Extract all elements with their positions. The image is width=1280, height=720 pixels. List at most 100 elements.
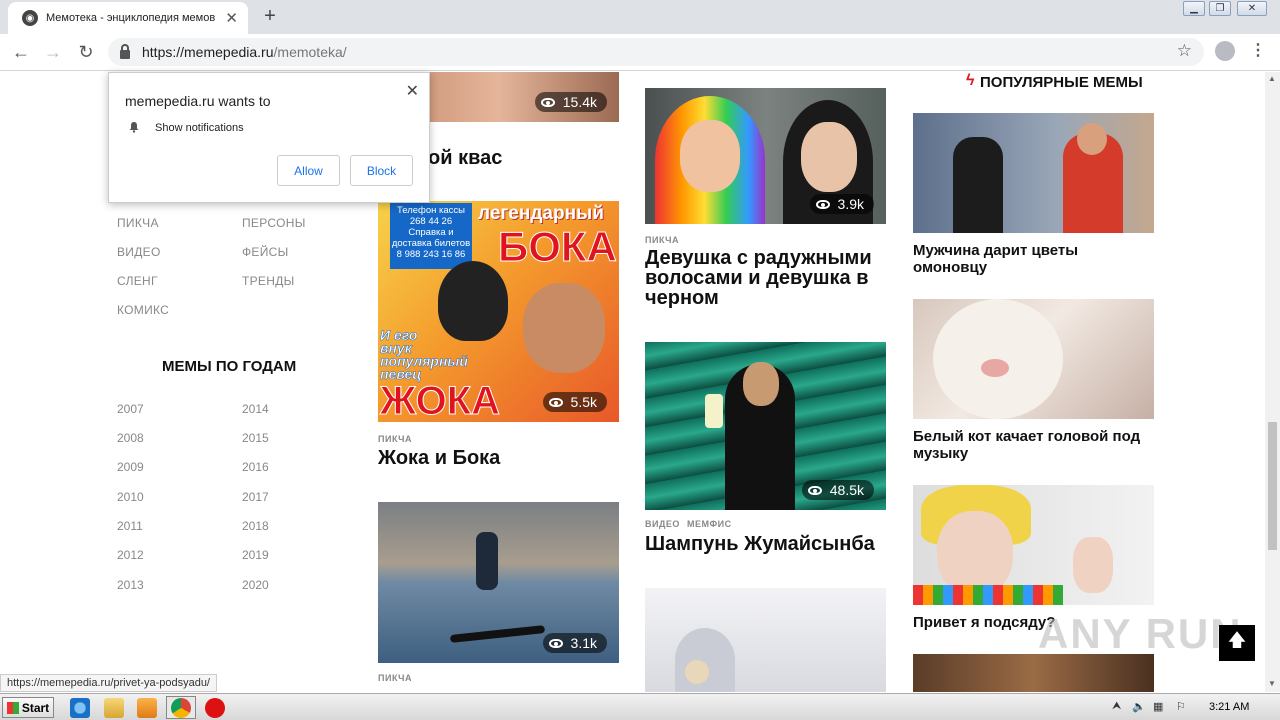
surfboard	[449, 625, 546, 643]
lock-icon[interactable]	[120, 43, 130, 59]
meme-title[interactable]: ой квас	[428, 148, 502, 168]
taskbar: Start ⮝ 🔈 ▦ ⚐ 3:21 AM	[0, 693, 1280, 720]
window-close-button[interactable]: ✕	[1237, 1, 1267, 16]
popular-thumbnail[interactable]	[913, 485, 1154, 605]
year-link[interactable]: 2009	[117, 460, 144, 474]
popup-close-icon[interactable]: ✕	[406, 81, 419, 101]
block-button[interactable]: Block	[350, 155, 413, 186]
globe-icon: ◉	[22, 10, 38, 26]
minimize-button[interactable]: ▁	[1183, 1, 1205, 16]
category-link[interactable]: ВИДЕО	[117, 245, 161, 259]
new-tab-button[interactable]: +	[258, 4, 282, 28]
poster-caption-mid: И его внук популярный певец	[380, 327, 468, 382]
tray-expand-icon[interactable]: ⮝	[1112, 700, 1121, 713]
category-link[interactable]: ТРЕНДЫ	[242, 274, 295, 288]
popup-permission-text: Show notifications	[155, 122, 244, 134]
popular-title[interactable]: Белый кот качает головой под музыку	[913, 428, 1154, 462]
year-link[interactable]: 2010	[117, 490, 144, 504]
bookmark-star-icon[interactable]: ☆	[1177, 41, 1192, 61]
category-link[interactable]: КОМИКС	[117, 303, 169, 317]
forward-button[interactable]: →	[40, 39, 66, 65]
clock: 3:21 AM	[1209, 701, 1250, 713]
year-link[interactable]: 2016	[242, 460, 269, 474]
category-link[interactable]: ФЕЙСЫ	[242, 245, 289, 259]
poster-caption-top: легендарный	[478, 203, 604, 224]
tab-title: Мемотека - энциклопедия мемов	[46, 12, 216, 24]
notification-permission-popup: memepedia.ru wants to ✕ Show notificatio…	[108, 72, 430, 203]
popular-title[interactable]: Мужчина дарит цветы омоновцу	[913, 242, 1154, 276]
category-link[interactable]: СЛЕНГ	[117, 274, 158, 288]
browser-tab[interactable]: ◉ Мемотека - энциклопедия мемов ✕	[8, 2, 248, 34]
scrollbar-thumb[interactable]	[1268, 422, 1277, 550]
page-scrollbar[interactable]: ▲ ▼	[1265, 72, 1280, 692]
view-counter: 15.4k	[534, 92, 607, 112]
face-right	[801, 122, 857, 192]
year-link[interactable]: 2014	[242, 402, 269, 416]
year-link[interactable]: 2019	[242, 548, 269, 562]
surfer-figure	[476, 532, 498, 590]
meme-tag[interactable]: ПИКЧА	[645, 235, 679, 245]
rainbow-shirt	[913, 585, 1063, 605]
year-link[interactable]: 2017	[242, 490, 269, 504]
meme-thumbnail[interactable]: 3.9k	[645, 88, 886, 224]
scroll-down-icon[interactable]: ▼	[1268, 679, 1276, 688]
security-alert-icon[interactable]	[205, 698, 225, 718]
meme-thumbnail[interactable]: Телефон кассы 268 44 26 Справка и достав…	[378, 201, 619, 422]
year-link[interactable]: 2008	[117, 431, 144, 445]
menu-kebab-icon[interactable]: ⋮	[1250, 40, 1266, 60]
tab-close-icon[interactable]: ✕	[225, 9, 238, 27]
snow-hole	[675, 628, 735, 692]
back-button[interactable]: ←	[8, 39, 34, 65]
ie-icon[interactable]	[70, 698, 90, 718]
year-link[interactable]: 2012	[117, 548, 144, 562]
meme-title[interactable]: Жока и Бока	[378, 448, 500, 468]
popular-thumbnail[interactable]	[913, 113, 1154, 233]
back-to-top-button[interactable]: 🡅	[1219, 625, 1255, 661]
popular-thumbnail[interactable]	[913, 654, 1154, 692]
year-link[interactable]: 2011	[117, 519, 143, 533]
reload-button[interactable]: ↻	[73, 39, 99, 65]
year-link[interactable]: 2007	[117, 402, 144, 416]
network-icon[interactable]: ▦	[1153, 700, 1163, 713]
lightning-icon: ϟ	[966, 72, 975, 89]
meme-title[interactable]: Шампунь Жумайсынба	[645, 534, 875, 554]
popular-thumbnail[interactable]	[913, 299, 1154, 419]
restore-button[interactable]: ❐	[1209, 1, 1231, 16]
year-link[interactable]: 2018	[242, 519, 269, 533]
eye-icon	[815, 199, 830, 209]
waving-hand	[1073, 537, 1113, 593]
meme-tag[interactable]: ПИКЧА	[378, 434, 412, 444]
meme-thumbnail[interactable]: 48.5k	[645, 342, 886, 510]
category-link[interactable]: ПЕРСОНЫ	[242, 216, 306, 230]
scroll-up-icon[interactable]: ▲	[1268, 74, 1276, 83]
poster-phone-box: Телефон кассы 268 44 26 Справка и достав…	[390, 203, 472, 269]
year-link[interactable]: 2020	[242, 578, 269, 592]
bell-icon	[129, 122, 139, 133]
year-link[interactable]: 2015	[242, 431, 269, 445]
years-heading: МЕМЫ ПО ГОДАМ	[162, 358, 297, 375]
popup-title: memepedia.ru wants to	[125, 93, 271, 109]
start-button[interactable]: Start	[2, 697, 54, 718]
allow-button[interactable]: Allow	[277, 155, 340, 186]
meme-title[interactable]: Девушка с радужными волосами и девушка в…	[645, 248, 886, 308]
folder-icon[interactable]	[104, 698, 124, 718]
volume-icon[interactable]: 🔈	[1132, 700, 1146, 713]
meme-tag[interactable]: ВИДЕО	[645, 519, 680, 529]
view-count: 5.5k	[570, 394, 597, 410]
face-left	[680, 120, 740, 192]
meme-thumbnail[interactable]	[645, 588, 886, 692]
shampoo-bottle	[705, 394, 723, 428]
meme-tag[interactable]: ПИКЧА	[378, 673, 412, 683]
profile-avatar[interactable]	[1215, 41, 1235, 61]
category-link[interactable]: ПИКЧА	[117, 216, 159, 230]
view-count: 48.5k	[829, 482, 864, 498]
flag-icon[interactable]: ⚐	[1176, 700, 1186, 713]
eye-icon	[548, 397, 563, 407]
meme-thumbnail[interactable]: 3.1k	[378, 502, 619, 663]
address-bar[interactable]: https://memepedia.ru/memoteka/ ☆	[108, 38, 1204, 66]
year-link[interactable]: 2013	[117, 578, 144, 592]
url-host: https://memepedia.ru	[142, 44, 274, 60]
meme-tag[interactable]: МЕМФИС	[687, 519, 732, 529]
media-player-icon[interactable]	[137, 698, 157, 718]
poster-zhoka-text: ЖОКА	[379, 379, 501, 423]
